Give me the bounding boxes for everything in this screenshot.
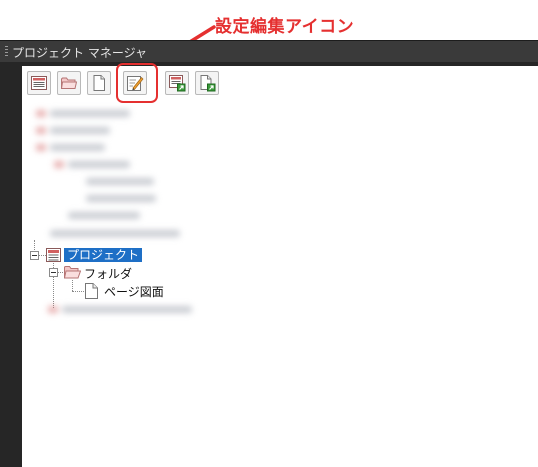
folder-icon — [64, 266, 81, 279]
drag-grip-icon[interactable] — [5, 46, 8, 58]
page-link-icon — [200, 75, 216, 92]
page-icon — [85, 283, 98, 299]
expand-toggle[interactable] — [49, 268, 58, 277]
blurred-tree-item — [44, 302, 204, 316]
tree-node-project[interactable]: プロジェクト — [64, 248, 143, 262]
project-icon — [46, 248, 61, 262]
folder-icon — [60, 77, 78, 89]
blurred-tree-items — [28, 100, 208, 237]
panel-header: プロジェクト マネージャ — [0, 40, 538, 63]
page-icon — [93, 75, 105, 91]
panel-title: プロジェクト マネージャ — [12, 46, 147, 60]
project-link-icon — [169, 75, 186, 92]
annotation-highlight-box — [116, 63, 158, 103]
new-project-button[interactable] — [27, 71, 51, 95]
new-page-button[interactable] — [87, 71, 111, 95]
left-dock-strip — [0, 62, 22, 467]
new-folder-button[interactable] — [57, 71, 81, 95]
link-page-button[interactable] — [195, 71, 219, 95]
expand-toggle[interactable] — [30, 251, 39, 260]
tree-node-page[interactable]: ページ図面 — [104, 283, 164, 300]
tree-node-folder[interactable]: フォルダ — [84, 265, 132, 282]
project-icon — [31, 76, 47, 90]
annotation-label: 設定編集アイコン — [215, 17, 355, 37]
link-project-button[interactable] — [165, 71, 189, 95]
